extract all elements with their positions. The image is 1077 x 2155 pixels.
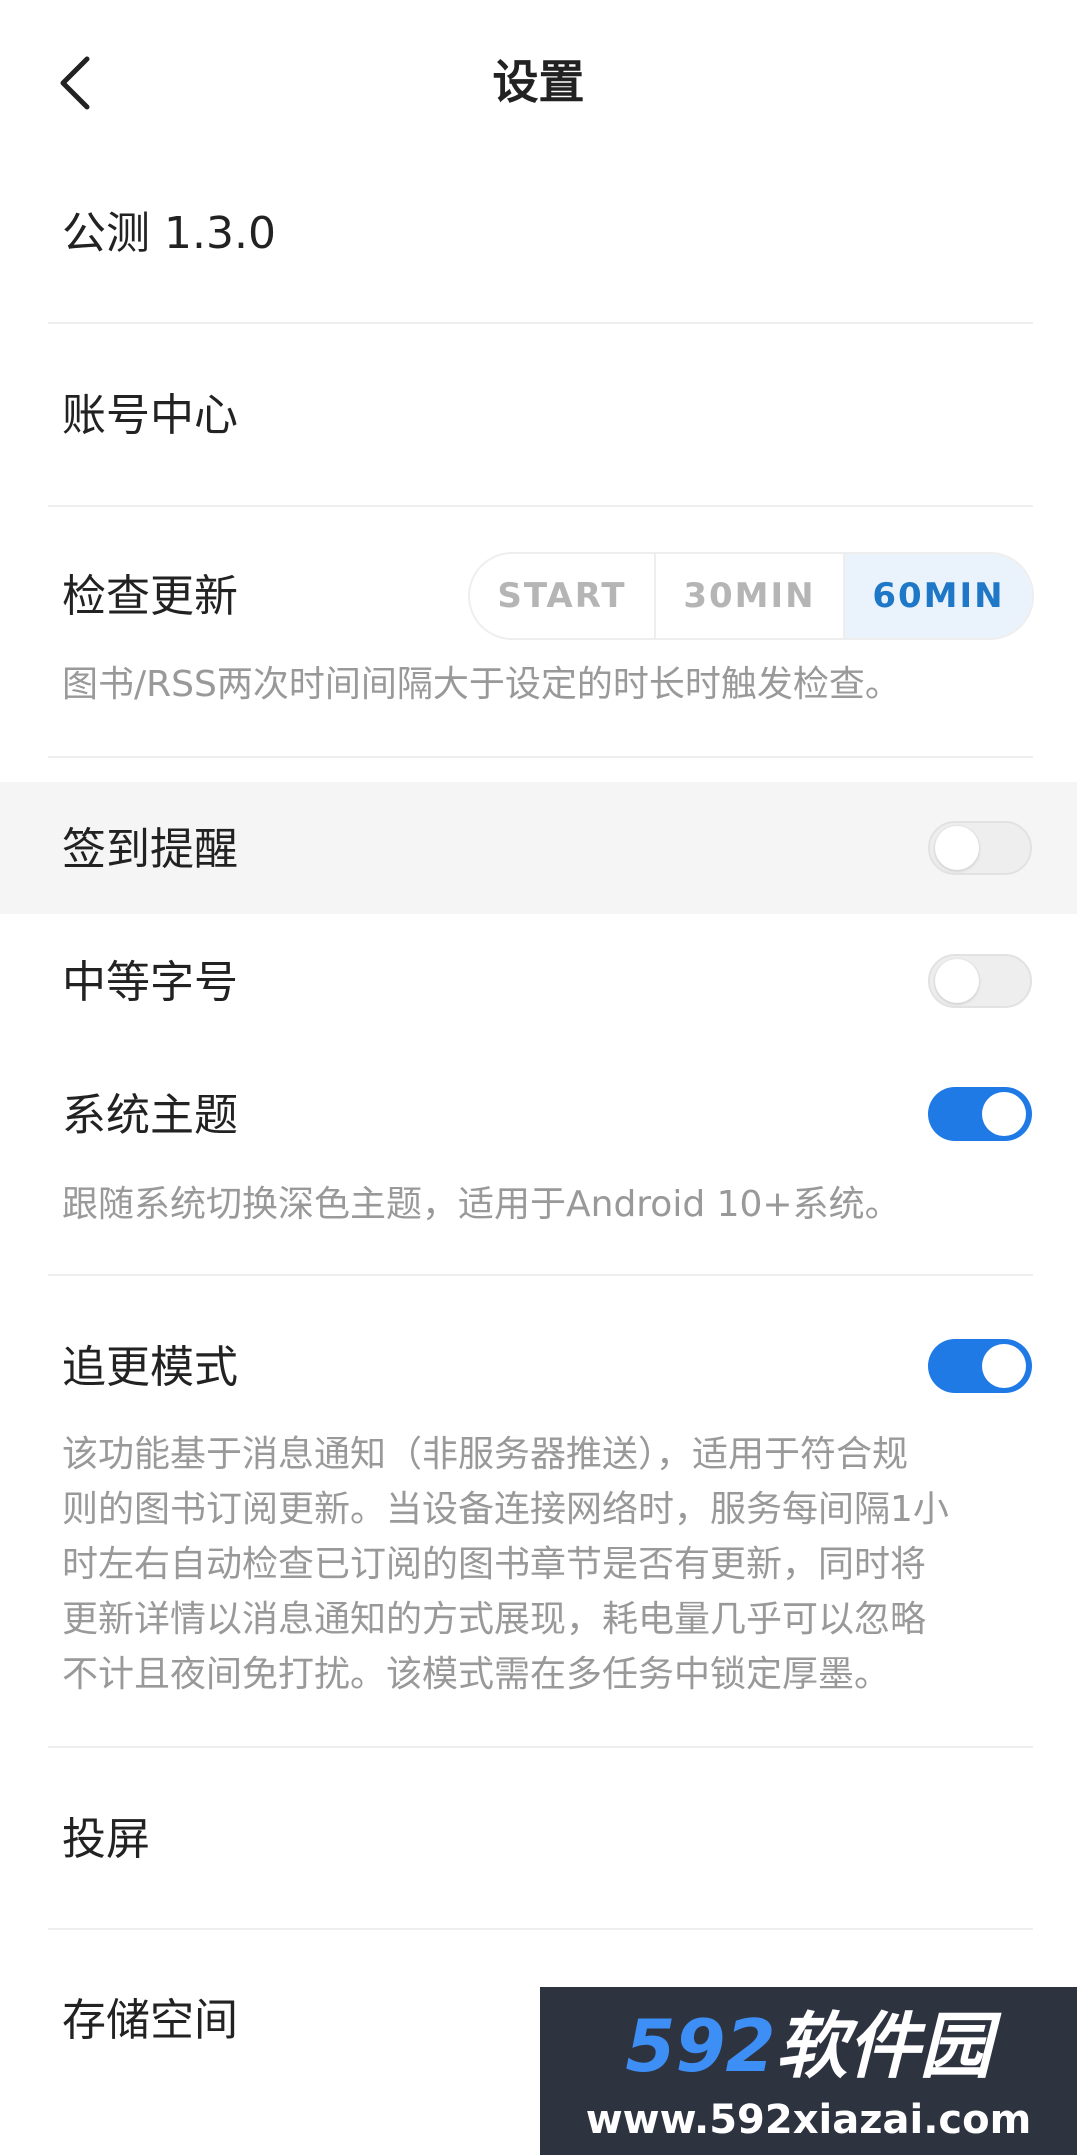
- description-line: 该功能基于消息通知（非服务器推送），适用于符合规: [62, 1434, 909, 1475]
- version-label: 公测 1.3.0: [62, 208, 276, 259]
- follow-mode-label: 追更模式: [62, 1342, 238, 1393]
- update-interval-segmented-control: START 30MIN 60MIN: [468, 552, 1034, 640]
- page-title: 设置: [492, 55, 585, 109]
- cast-label: 投屏: [62, 1814, 150, 1865]
- toggle-knob: [935, 826, 979, 870]
- segment-start[interactable]: START: [470, 554, 656, 638]
- description-line: 则的图书订阅更新。当设备连接网络时，服务每间隔1小: [62, 1489, 949, 1530]
- storage-label: 存储空间: [62, 1995, 238, 2046]
- toggle-knob: [982, 1092, 1026, 1136]
- follow-mode-description: 该功能基于消息通知（非服务器推送），适用于符合规 则的图书订阅更新。当设备连接网…: [62, 1427, 1032, 1702]
- watermark-brand-text: 软件园: [775, 2004, 992, 2088]
- divider: [48, 1274, 1033, 1276]
- account-center-label: 账号中心: [62, 390, 238, 441]
- description-line: 不计且夜间免打扰。该模式需在多任务中锁定厚墨。: [62, 1654, 891, 1695]
- checkin-reminder-label: 签到提醒: [62, 824, 238, 875]
- follow-mode-toggle[interactable]: [928, 1339, 1032, 1393]
- system-theme-description: 跟随系统切换深色主题，适用于Android 10+系统。: [62, 1184, 901, 1225]
- divider: [48, 756, 1033, 758]
- medium-font-label: 中等字号: [62, 957, 238, 1008]
- segment-60min[interactable]: 60MIN: [844, 554, 1032, 638]
- divider: [48, 505, 1033, 507]
- top-bar: 设置: [0, 0, 1077, 165]
- cast-row[interactable]: [0, 1748, 1077, 1928]
- checkin-reminder-toggle[interactable]: [928, 821, 1032, 875]
- description-line: 时左右自动检查已订阅的图书章节是否有更新，同时将: [62, 1544, 927, 1585]
- check-update-label: 检查更新: [62, 571, 238, 622]
- watermark: 592软件园 www.592xiazai.com: [540, 1987, 1077, 2155]
- medium-font-toggle[interactable]: [928, 954, 1032, 1008]
- segment-30min[interactable]: 30MIN: [656, 554, 845, 638]
- system-theme-toggle[interactable]: [928, 1087, 1032, 1141]
- check-update-description: 图书/RSS两次时间间隔大于设定的时长时触发检查。: [62, 664, 901, 705]
- toggle-knob: [982, 1344, 1026, 1388]
- watermark-brand: 592软件园: [540, 2001, 1077, 2091]
- toggle-knob: [935, 959, 979, 1003]
- description-line: 更新详情以消息通知的方式展现，耗电量几乎可以忽略: [62, 1599, 927, 1640]
- system-theme-label: 系统主题: [62, 1090, 238, 1141]
- watermark-url: www.592xiazai.com: [585, 2097, 1032, 2143]
- watermark-brand-number: 592: [625, 2004, 776, 2088]
